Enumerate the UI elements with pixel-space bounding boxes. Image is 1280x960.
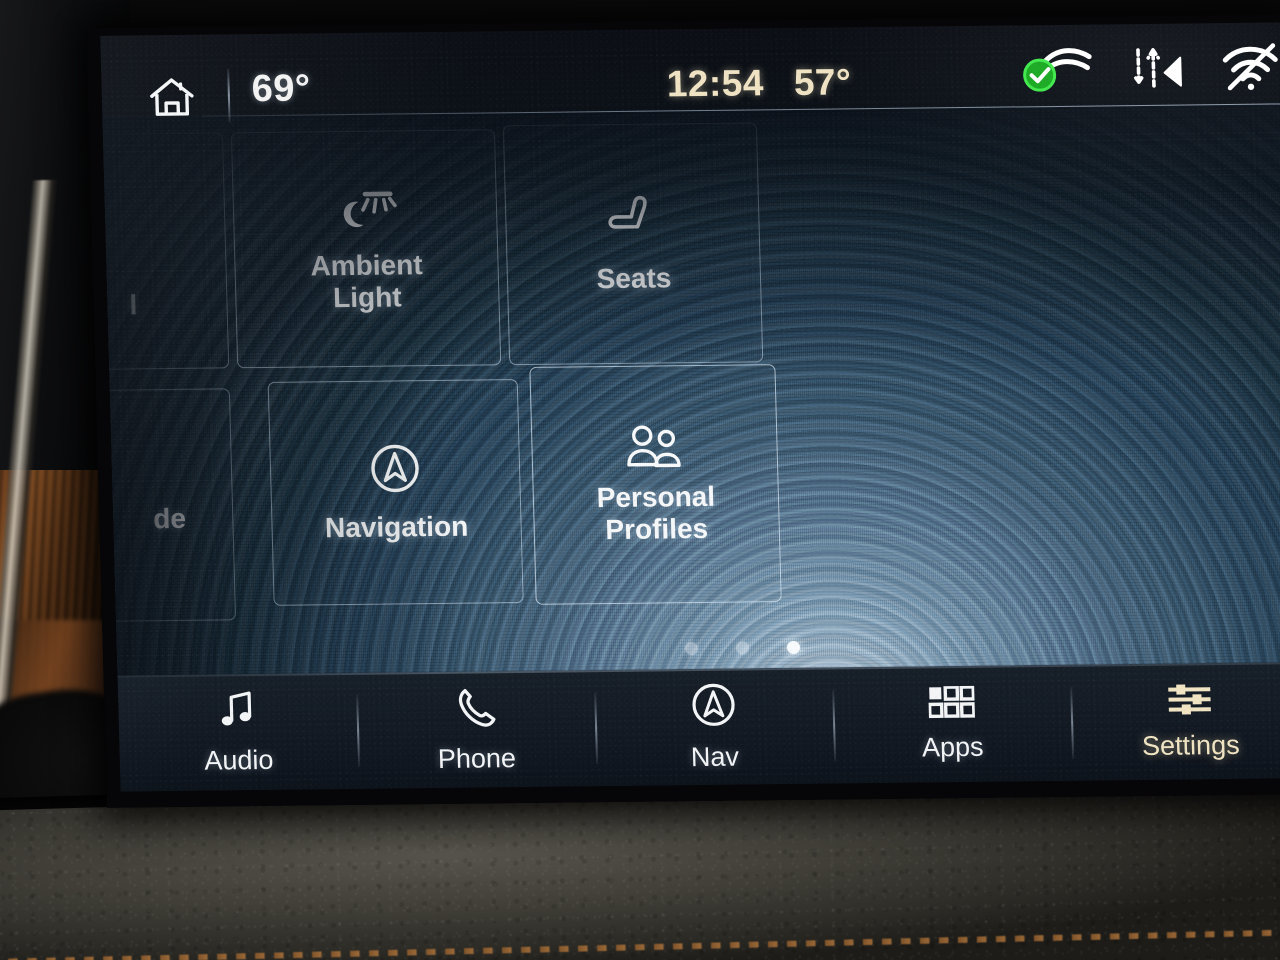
connected-signal-icon bbox=[1015, 41, 1097, 103]
page-dot-3[interactable] bbox=[786, 640, 800, 655]
compass-arrow-icon bbox=[690, 681, 737, 733]
status-icon-group bbox=[1015, 38, 1280, 102]
infotainment-display: 69° 12:54 57° l de Ambient Light Seats N… bbox=[86, 14, 1280, 808]
clock-and-outside-temp: 12:54 57° bbox=[666, 61, 852, 105]
tile-navigation-label: Navigation bbox=[324, 510, 469, 544]
nav-item-settings[interactable]: Settings bbox=[1070, 662, 1280, 781]
photo-scene: 69° 12:54 57° l de Ambient Light Seats N… bbox=[0, 0, 1280, 960]
nav-item-audio[interactable]: Audio bbox=[118, 673, 359, 792]
tile-grid: l de Ambient Light Seats Navigation Pers… bbox=[102, 104, 1280, 675]
tile-personal-profiles[interactable]: Personal Profiles bbox=[529, 364, 782, 605]
home-icon[interactable] bbox=[147, 75, 196, 120]
partial-tile-top-left-label: l bbox=[129, 289, 138, 321]
nav-item-nav[interactable]: Nav bbox=[594, 668, 835, 787]
nav-item-audio-label: Audio bbox=[203, 744, 274, 776]
settings-tile-page: l de Ambient Light Seats Navigation Pers… bbox=[102, 104, 1280, 676]
nav-item-phone[interactable]: Phone bbox=[356, 670, 597, 789]
moon-light-rays-icon bbox=[331, 185, 398, 239]
partial-tile-top-left[interactable] bbox=[102, 132, 230, 371]
tile-ambient-light[interactable]: Ambient Light bbox=[230, 129, 502, 369]
music-note-icon bbox=[217, 689, 258, 736]
sliders-icon bbox=[1166, 682, 1213, 722]
nav-item-settings-label: Settings bbox=[1141, 729, 1240, 761]
compass-arrow-icon bbox=[368, 442, 422, 500]
nav-item-phone-label: Phone bbox=[437, 742, 517, 774]
car-seat-icon bbox=[604, 193, 662, 251]
tile-ambient-light-label: Ambient Light bbox=[310, 249, 423, 313]
clock: 12:54 bbox=[666, 62, 765, 105]
tile-navigation[interactable]: Navigation bbox=[267, 379, 524, 606]
outside-temperature: 57° bbox=[793, 61, 852, 103]
tile-seats[interactable]: Seats bbox=[502, 122, 764, 366]
app-grid-icon bbox=[927, 684, 976, 723]
nav-item-apps-label: Apps bbox=[921, 731, 984, 762]
data-transfer-icon bbox=[1129, 42, 1189, 100]
wifi-off-icon bbox=[1221, 39, 1280, 99]
two-people-icon bbox=[623, 424, 686, 476]
bottom-nav-bar: Audio Phone Nav Apps Settings bbox=[117, 662, 1280, 792]
tile-seats-label: Seats bbox=[596, 262, 672, 294]
nav-item-nav-label: Nav bbox=[690, 741, 740, 772]
page-dot-1[interactable] bbox=[684, 642, 698, 656]
screen-surface: 69° 12:54 57° l de Ambient Light Seats N… bbox=[100, 22, 1280, 792]
page-dot-2[interactable] bbox=[735, 641, 749, 655]
nav-item-apps[interactable]: Apps bbox=[832, 665, 1073, 784]
tile-personal-profiles-label: Personal Profiles bbox=[596, 480, 716, 545]
partial-tile-bottom-left-label: de bbox=[152, 502, 187, 535]
phone-handset-icon bbox=[454, 685, 497, 734]
cabin-temperature: 69° bbox=[251, 67, 312, 111]
